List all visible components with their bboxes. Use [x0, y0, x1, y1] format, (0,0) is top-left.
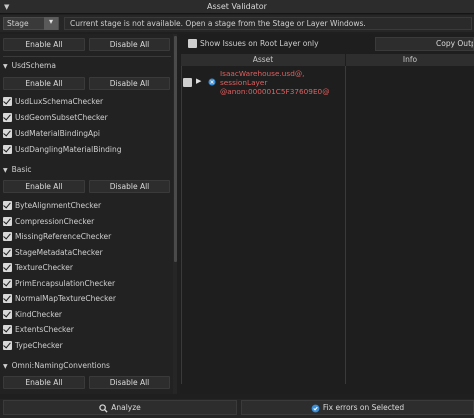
left-scrollbar-thumb[interactable] — [174, 36, 177, 262]
checkbox-checked[interactable] — [3, 145, 12, 154]
checker-label: StageMetadataChecker — [15, 248, 103, 257]
group-header-basic[interactable]: ▼ Basic — [3, 165, 31, 174]
stage-status-message: Current stage is not available. Open a s… — [64, 17, 472, 30]
checker-label: UsdGeomSubsetChecker — [15, 113, 108, 122]
group-header-omni-naming[interactable]: ▼ Omni:NamingConventions — [3, 361, 110, 370]
checkbox-checked[interactable] — [3, 113, 12, 122]
stage-dropdown[interactable]: Stage ▾ — [3, 17, 59, 30]
column-divider[interactable] — [345, 66, 346, 384]
asset-line: @anon:000001C5F37609E0@ — [220, 87, 330, 96]
asset-line: IsaacWarehouse.usd@, — [220, 69, 305, 78]
fix-errors-button[interactable]: Fix errors on Selected — [241, 400, 474, 415]
enable-all-button[interactable]: Enable All — [3, 180, 85, 193]
disable-all-button[interactable]: Disable All — [89, 376, 170, 389]
checkbox-checked[interactable] — [3, 248, 12, 257]
checker-label: MissingReferenceChecker — [15, 232, 112, 241]
group-collapse-triangle-icon[interactable]: ▼ — [3, 363, 8, 370]
checkbox-checked[interactable] — [3, 97, 12, 106]
column-header-info[interactable]: Info — [346, 54, 474, 66]
checker-label: UsdMaterialBindingApi — [15, 129, 100, 138]
checker-label: UsdLuxSchemaChecker — [15, 97, 104, 106]
title-bar: ▼ Asset Validator — [0, 0, 474, 14]
checkbox-checked[interactable] — [3, 232, 12, 241]
group-header-usdschema[interactable]: ▼ UsdSchema — [3, 61, 56, 70]
column-header-asset[interactable]: Asset — [181, 54, 345, 66]
enable-all-button[interactable]: Enable All — [3, 376, 85, 389]
checker-label: TextureChecker — [15, 263, 73, 272]
group-name: Omni:NamingConventions — [11, 361, 110, 370]
search-icon — [99, 403, 108, 413]
group-name: Basic — [11, 165, 32, 174]
checkbox-checked[interactable] — [3, 201, 12, 210]
disable-all-button[interactable]: Disable All — [89, 38, 170, 51]
column-divider — [181, 66, 182, 384]
disable-all-button[interactable]: Disable All — [89, 180, 170, 193]
window-title: Asset Validator — [207, 2, 267, 11]
checker-label: ByteAlignmentChecker — [15, 201, 102, 210]
group-collapse-triangle-icon[interactable]: ▼ — [3, 167, 8, 174]
checkbox-checked[interactable] — [3, 129, 12, 138]
checkbox-checked[interactable] — [3, 279, 12, 288]
enable-all-button[interactable]: Enable All — [3, 38, 85, 51]
group-name: UsdSchema — [11, 61, 56, 70]
checkbox-checked[interactable] — [3, 325, 12, 334]
asset-line: sessionLayer — [220, 78, 268, 87]
copy-output-button[interactable]: Copy Output — [375, 37, 474, 51]
checkbox-checked[interactable] — [3, 310, 12, 319]
checkbox-checked[interactable] — [3, 263, 12, 272]
fix-errors-label: Fix errors on Selected — [322, 403, 405, 412]
checkbox-checked[interactable] — [3, 294, 12, 303]
checkbox-checked[interactable] — [3, 217, 12, 226]
disable-all-button[interactable]: Disable All — [89, 77, 170, 90]
group-collapse-triangle-icon[interactable]: ▼ — [3, 63, 8, 70]
checker-label: NormalMapTextureChecker — [15, 294, 116, 303]
checkbox-unchecked[interactable] — [188, 39, 197, 48]
checker-label: KindChecker — [15, 310, 63, 319]
fix-icon — [311, 404, 320, 412]
enable-all-button[interactable]: Enable All — [3, 77, 85, 90]
stage-dropdown-value: Stage — [7, 19, 29, 28]
stage-bar: Stage ▾ Current stage is not available. … — [0, 15, 474, 32]
asset-path: IsaacWarehouse.usd@, sessionLayer @anon:… — [220, 69, 330, 96]
divider — [3, 56, 171, 57]
checker-label: ExtentsChecker — [15, 325, 74, 334]
checker-label: CompressionChecker — [15, 217, 95, 226]
checker-label: TypeChecker — [15, 341, 63, 350]
show-issues-label: Show Issues on Root Layer only — [200, 39, 319, 48]
checker-label: UsdDanglingMaterialBinding — [15, 145, 122, 154]
expand-triangle-icon[interactable]: ▶ — [196, 77, 201, 85]
analyze-label: Analyze — [111, 403, 141, 412]
checker-label: PrimEncapsulationChecker — [15, 279, 116, 288]
row-checkbox[interactable] — [183, 78, 192, 87]
chevron-down-icon[interactable]: ▾ — [44, 17, 58, 30]
analyze-button[interactable]: Analyze — [3, 400, 237, 415]
error-status-icon — [208, 78, 216, 86]
checkbox-checked[interactable] — [3, 341, 12, 350]
